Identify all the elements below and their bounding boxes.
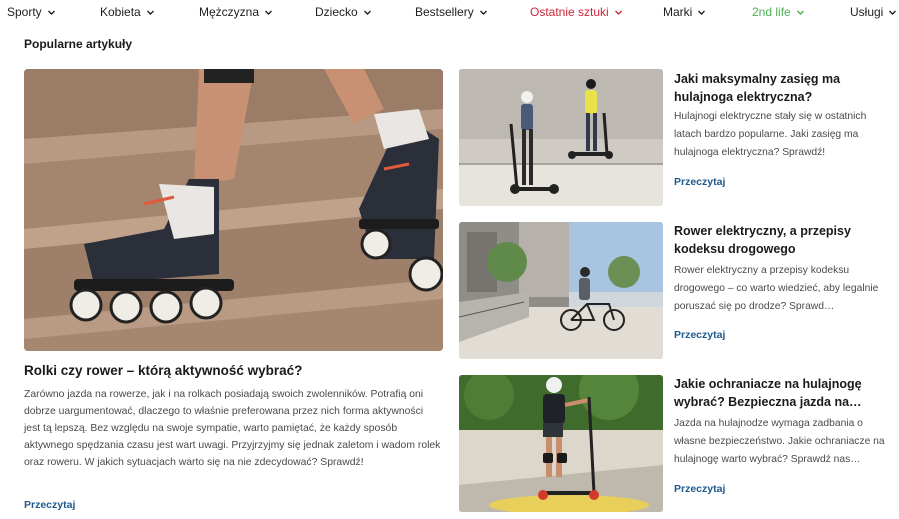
chevron-down-icon <box>796 8 805 17</box>
article-card-image[interactable] <box>459 222 663 359</box>
nav-item-label: Usługi <box>850 5 884 19</box>
nav-item-ostatnie-sztuki[interactable]: Ostatnie sztuki <box>530 5 623 19</box>
inline-skates-photo <box>24 69 443 351</box>
article-card-title[interactable]: Jakie ochraniacze na hulajnogę wybrać? B… <box>674 375 889 411</box>
nav-item-label: 2nd life <box>752 5 791 19</box>
chevron-down-icon <box>697 8 706 17</box>
featured-read-more-link[interactable]: Przeczytaj <box>24 499 75 511</box>
nav-item-label: Sporty <box>7 5 42 19</box>
nav-item-dziecko[interactable]: Dziecko <box>315 5 372 19</box>
electric-bike-photo <box>459 222 663 359</box>
nav-item-marki[interactable]: Marki <box>663 5 706 19</box>
featured-article-image[interactable] <box>24 69 443 351</box>
article-card-title[interactable]: Jaki maksymalny zasięg ma hulajnoga elek… <box>674 70 889 106</box>
nav-item-label: Kobieta <box>100 5 141 19</box>
chevron-down-icon <box>363 8 372 17</box>
article-card-excerpt: Jazda na hulajnodze wymaga zadbania o wł… <box>674 418 885 465</box>
featured-article-title[interactable]: Rolki czy rower – którą aktywność wybrać… <box>24 363 444 378</box>
article-card-read-more-link[interactable]: Przeczytaj <box>674 329 725 341</box>
article-card-excerpt: Hulajnogi elektryczne stały się w ostatn… <box>674 111 867 158</box>
chevron-down-icon <box>479 8 488 17</box>
article-card-read-more-link[interactable]: Przeczytaj <box>674 483 725 495</box>
nav-item-label: Marki <box>663 5 693 19</box>
article-card-image[interactable] <box>459 375 663 512</box>
nav-item-kobieta[interactable]: Kobieta <box>100 5 155 19</box>
article-card-read-more-link[interactable]: Przeczytaj <box>674 176 725 188</box>
nav-item-label: Bestsellery <box>415 5 474 19</box>
chevron-down-icon <box>47 8 56 17</box>
chevron-down-icon <box>146 8 155 17</box>
featured-article-excerpt: Zarówno jazda na rowerze, jak i na rolka… <box>24 389 441 468</box>
nav-item-sporty[interactable]: Sporty <box>7 5 56 19</box>
chevron-down-icon <box>888 8 897 17</box>
nav-item-label: Ostatnie sztuki <box>530 5 609 19</box>
nav-item-uslugi[interactable]: Usługi <box>850 5 897 19</box>
section-title: Popularne artykuły <box>24 37 133 51</box>
nav-item-mezczyzna[interactable]: Mężczyzna <box>199 5 273 19</box>
article-card-excerpt: Rower elektryczny a przepisy kodeksu dro… <box>674 265 879 312</box>
nav-item-bestsellery[interactable]: Bestsellery <box>415 5 488 19</box>
kid-scooter-photo <box>459 375 663 512</box>
chevron-down-icon <box>614 8 623 17</box>
chevron-down-icon <box>264 8 273 17</box>
main-navigation: Sporty Kobieta Mężczyzna Dziecko Bestsel… <box>0 0 899 26</box>
article-card-image[interactable] <box>459 69 663 206</box>
electric-scooters-photo <box>459 69 663 206</box>
article-card-title[interactable]: Rower elektryczny, a przepisy kodeksu dr… <box>674 222 889 258</box>
nav-item-2nd-life[interactable]: 2nd life <box>752 5 805 19</box>
nav-item-label: Mężczyzna <box>199 5 260 19</box>
nav-item-label: Dziecko <box>315 5 358 19</box>
